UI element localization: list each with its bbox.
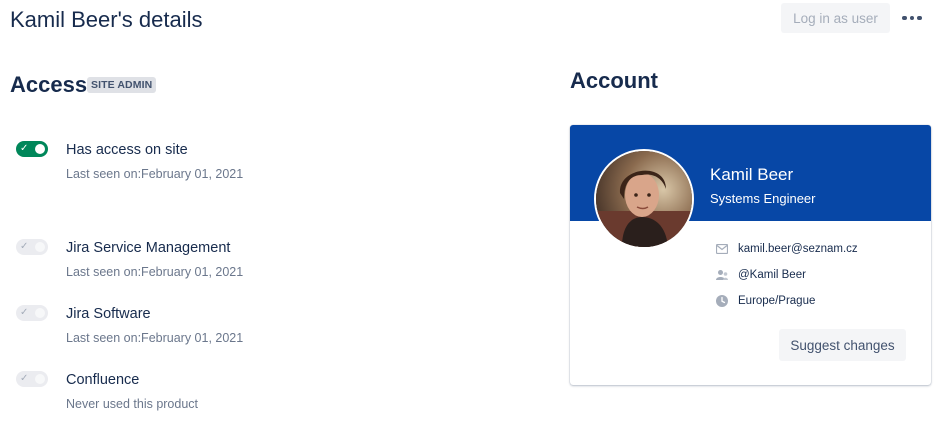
product-row-confluence: ✓ Confluence Never used this product: [0, 370, 520, 420]
check-icon: ✓: [20, 307, 29, 318]
toggle-knob: [35, 242, 45, 252]
product-name: Jira Service Management: [66, 240, 231, 256]
check-icon: ✓: [20, 241, 29, 252]
timezone-row: Europe/Prague: [716, 292, 815, 310]
email-row: kamil.beer@seznam.cz: [716, 240, 858, 258]
check-icon: ✓: [20, 143, 29, 154]
site-admin-badge: SITE ADMIN: [87, 77, 157, 93]
product-name: Has access on site: [66, 142, 188, 158]
product-name: Jira Software: [66, 306, 151, 322]
avatar-photo: [596, 151, 692, 247]
jira-software-toggle[interactable]: ✓: [16, 305, 48, 321]
account-heading: Account: [570, 68, 658, 93]
more-dot: [909, 15, 915, 21]
account-name: Kamil Beer: [710, 165, 794, 184]
check-icon: ✓: [20, 373, 29, 384]
access-heading: Access: [10, 72, 88, 97]
timezone-text: Europe/Prague: [738, 295, 816, 307]
jira-service-management-toggle[interactable]: ✓: [16, 239, 48, 255]
email-text[interactable]: kamil.beer@seznam.cz: [738, 240, 858, 258]
product-last-seen: Last seen on:February 01, 2021: [66, 331, 244, 345]
more-horizontal-icon: [902, 15, 907, 21]
email-icon: [716, 243, 728, 255]
site-access-toggle[interactable]: ✓: [16, 141, 48, 157]
product-row-jira-service-management: ✓ Jira Service Management Last seen on:F…: [0, 238, 520, 288]
product-row-jira-software: ✓ Jira Software Last seen on:February 01…: [0, 304, 520, 354]
toggle-knob: [35, 374, 45, 384]
account-card: Kamil Beer Systems Engineer kamil.beer@s…: [570, 125, 931, 385]
clock-icon: [716, 295, 728, 307]
product-last-seen: Never used this product: [66, 397, 199, 411]
avatar: [594, 149, 694, 249]
page-title: Kamil Beer's details: [10, 7, 203, 32]
more-actions-button[interactable]: [898, 6, 926, 30]
product-last-seen: Last seen on:February 01, 2021: [66, 265, 244, 279]
username-text: @Kamil Beer: [738, 269, 806, 281]
toggle-knob: [35, 308, 45, 318]
product-row-site-access: ✓ Has access on site Last seen on:Februa…: [0, 140, 520, 190]
account-job-title: Systems Engineer: [710, 191, 816, 206]
username-row: @Kamil Beer: [716, 266, 806, 284]
log-in-as-user-button[interactable]: Log in as user: [781, 3, 890, 33]
product-last-seen: Last seen on:February 01, 2021: [66, 167, 244, 181]
user-icon: [716, 269, 728, 281]
confluence-toggle[interactable]: ✓: [16, 371, 48, 387]
toggle-knob: [35, 144, 45, 154]
more-dot: [917, 15, 922, 21]
suggest-changes-button[interactable]: Suggest changes: [779, 329, 906, 361]
product-name: Confluence: [66, 372, 140, 388]
